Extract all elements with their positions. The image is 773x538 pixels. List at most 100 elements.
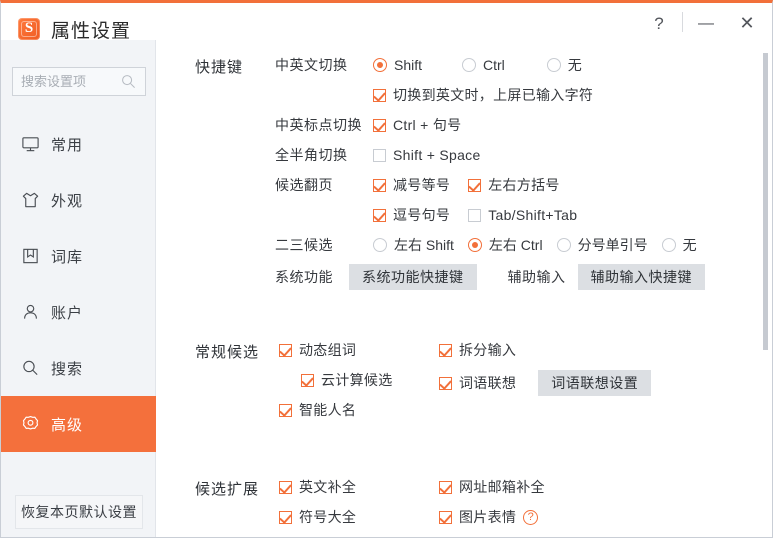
radio-label: Shift	[394, 57, 423, 73]
row-punctuation-switch: 中英标点切换 Ctrl + 句号	[275, 115, 461, 135]
checkbox-label: 智能人名	[299, 402, 357, 418]
radio-label: 无	[567, 57, 582, 73]
checkbox-picture-emoji[interactable]: 图片表情	[439, 507, 516, 527]
radio-none[interactable]: 无	[661, 235, 697, 255]
sidebar-item-search[interactable]: 搜索	[1, 340, 156, 396]
settings-content: 快捷键 中英文切换 Shift Ctrl 无 切换到英文时，上屏已输入字符 中英…	[157, 40, 771, 537]
checkbox-label: 云计算候选	[321, 372, 393, 388]
radio-semicolon-quote[interactable]: 分号单引号	[556, 235, 648, 255]
sidebar-item-label: 高级	[51, 416, 84, 434]
checkbox-box	[373, 178, 386, 192]
checkbox-label: 符号大全	[299, 509, 357, 525]
assist-input-shortcuts-button[interactable]: 辅助输入快捷键	[577, 264, 705, 290]
radio-ctrl[interactable]: Ctrl	[462, 57, 505, 73]
radio-dot	[373, 58, 387, 72]
checkbox-box	[373, 88, 386, 102]
checkbox-smart-personal-name[interactable]: 智能人名	[279, 400, 356, 420]
sidebar-item-account[interactable]: 账户	[1, 284, 156, 340]
checkbox-label: 切换到英文时，上屏已输入字符	[393, 87, 594, 103]
checkbox-box	[279, 343, 292, 357]
checkbox-comma-period[interactable]: 逗号句号	[373, 205, 450, 225]
sogou-logo-icon: S	[18, 18, 40, 40]
checkbox-symbol-library[interactable]: 符号大全	[279, 507, 356, 527]
checkbox-square-brackets[interactable]: 左右方括号	[468, 175, 560, 195]
radio-label: 分号单引号	[577, 237, 648, 253]
checkbox-box	[439, 480, 452, 494]
checkbox-box	[439, 376, 452, 390]
checkbox-label: Tab/Shift+Tab	[488, 207, 578, 223]
checkbox-commit-typed-chars[interactable]: 切换到英文时，上屏已输入字符	[373, 85, 593, 105]
sidebar-item-label: 外观	[51, 192, 84, 210]
checkbox-box	[439, 510, 452, 524]
checkbox-box	[468, 178, 482, 192]
radio-label: 左右 Ctrl	[488, 237, 543, 253]
checkbox-word-association[interactable]: 词语联想	[439, 373, 516, 393]
checkbox-label: 动态组词	[299, 342, 357, 358]
radio-dot	[462, 58, 477, 72]
checkbox-minus-equal[interactable]: 减号等号	[373, 175, 450, 195]
word-association-settings-button[interactable]: 词语联想设置	[538, 370, 652, 396]
search-input[interactable]	[21, 68, 119, 95]
row-english-completion: 英文补全	[279, 477, 356, 497]
sidebar: 常用 外观 词库	[1, 40, 156, 537]
sidebar-item-dictionary[interactable]: 词库	[1, 228, 156, 284]
radio-label: 左右 Shift	[394, 237, 454, 253]
checkbox-cloud-candidates[interactable]: 云计算候选	[301, 370, 393, 390]
row-picture-emoji: 图片表情 ?	[439, 507, 539, 527]
title-bar: S 属性设置 ? — ✕	[1, 3, 771, 42]
checkbox-url-email-completion[interactable]: 网址邮箱补全	[439, 477, 545, 497]
radio-dot	[373, 238, 387, 252]
close-button[interactable]: ✕	[732, 11, 762, 37]
scrollbar-thumb[interactable]	[763, 53, 768, 350]
row-label: 系统功能	[275, 269, 333, 285]
row-system-function: 系统功能 系统功能快捷键 辅助输入 辅助输入快捷键	[275, 264, 705, 290]
checkbox-shift-space[interactable]: Shift + Space	[373, 147, 481, 163]
row-dynamic-word: 动态组词	[279, 340, 356, 360]
row-chinese-english-switch: 中英文切换 Shift Ctrl 无	[275, 55, 582, 75]
checkbox-box	[301, 373, 314, 387]
row-label: 全半角切换	[275, 147, 348, 163]
row-candidate-paging: 候选翻页 减号等号 左右方括号	[275, 175, 560, 195]
checkbox-label: 词语联想	[459, 375, 517, 391]
content-scrollbar[interactable]	[762, 50, 768, 537]
sidebar-item-label: 常用	[51, 136, 84, 154]
radio-none[interactable]: 无	[546, 55, 582, 75]
help-button[interactable]: ?	[644, 11, 674, 37]
checkbox-box	[373, 118, 386, 132]
row-commit-on-switch: 切换到英文时，上屏已输入字符	[373, 85, 593, 105]
checkbox-tab-shift-tab[interactable]: Tab/Shift+Tab	[468, 207, 577, 223]
row-smart-name: 智能人名	[279, 400, 356, 420]
system-function-shortcuts-button[interactable]: 系统功能快捷键	[349, 264, 477, 290]
radio-shift[interactable]: Shift	[373, 57, 422, 73]
restore-defaults-button[interactable]: 恢复本页默认设置	[15, 495, 143, 529]
picture-emoji-help-icon[interactable]: ?	[523, 509, 539, 525]
radio-dot	[661, 238, 676, 252]
checkbox-ctrl-period[interactable]: Ctrl + 句号	[373, 115, 461, 135]
sidebar-item-common[interactable]: 常用	[1, 116, 156, 172]
sidebar-nav: 常用 外观 词库 账户 搜索 高级	[1, 116, 156, 452]
row-split-input: 拆分输入	[439, 340, 516, 360]
sidebar-item-advanced[interactable]: 高级	[1, 396, 156, 452]
group-title: 快捷键	[195, 59, 244, 76]
checkbox-label: 左右方括号	[488, 177, 560, 193]
search-box[interactable]	[12, 67, 146, 96]
row-label: 中英文切换	[275, 57, 348, 73]
radio-label: 无	[682, 237, 697, 253]
search-icon	[21, 359, 40, 378]
checkbox-split-input[interactable]: 拆分输入	[439, 340, 516, 360]
sidebar-item-label: 搜索	[51, 360, 84, 378]
checkbox-box	[279, 403, 292, 417]
radio-left-right-shift[interactable]: 左右 Shift	[373, 235, 454, 255]
properties-settings-window: S 属性设置 ? — ✕ 搜索设置项 常用 外观 词库 账户 搜索 高级 恢复本…	[0, 0, 773, 538]
checkbox-dynamic-word-forming[interactable]: 动态组词	[279, 340, 356, 360]
checkbox-box	[279, 510, 292, 524]
page-title: 属性设置	[51, 21, 132, 42]
radio-left-right-ctrl[interactable]: 左右 Ctrl	[467, 235, 543, 255]
sidebar-item-appearance[interactable]: 外观	[1, 172, 156, 228]
checkbox-english-completion[interactable]: 英文补全	[279, 477, 356, 497]
checkbox-label: 逗号句号	[393, 207, 451, 223]
row-label: 二三候选	[275, 237, 333, 253]
minimize-button[interactable]: —	[691, 11, 721, 37]
checkbox-label: 图片表情	[459, 509, 517, 525]
radio-dot	[546, 58, 561, 72]
